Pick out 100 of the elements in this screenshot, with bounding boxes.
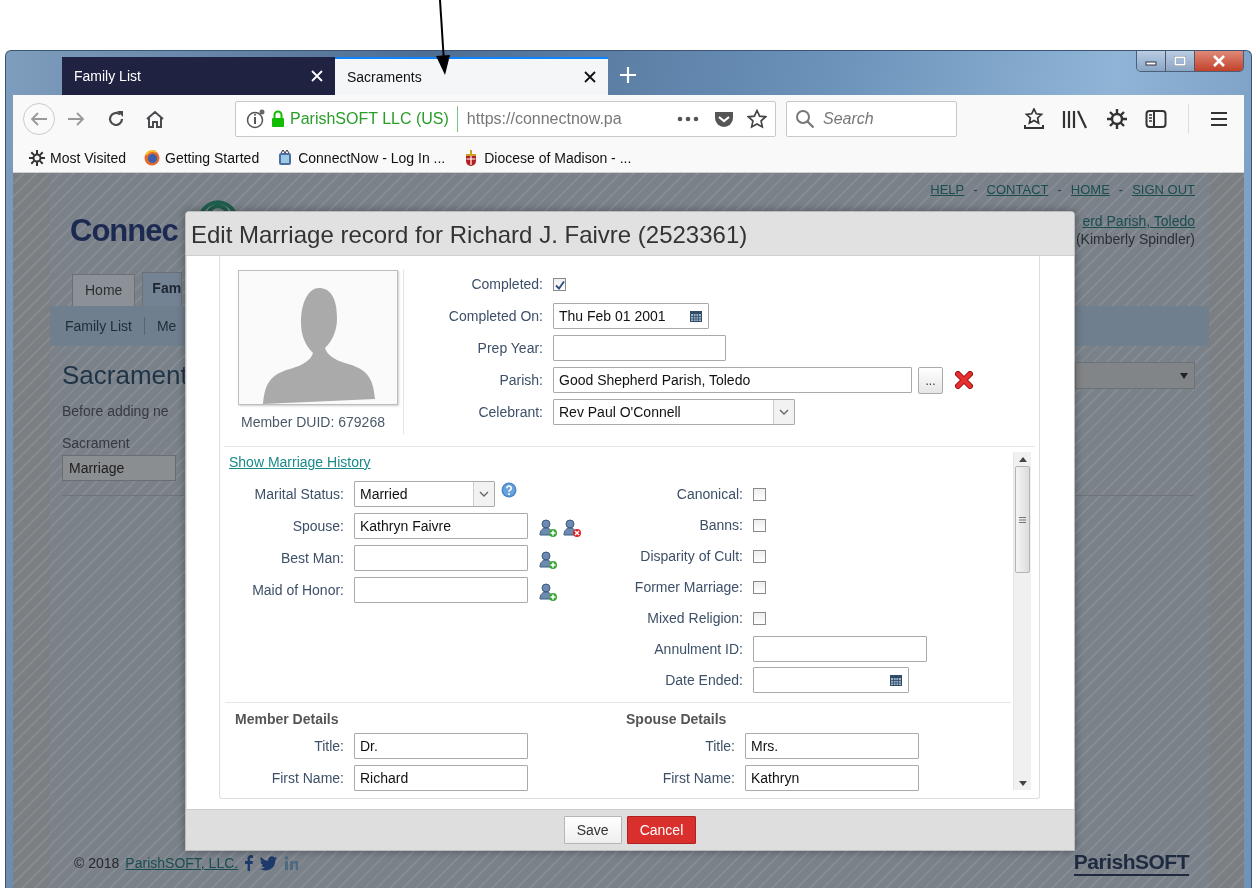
bookmark-tray-icon[interactable]	[1024, 108, 1044, 130]
dialog-title: Edit Marriage record for Richard J. Faivre (2523361)	[186, 212, 1074, 256]
field-label: Banns:	[698, 517, 743, 533]
browser-tab[interactable]: Sacraments	[335, 57, 608, 95]
person-field[interactable]: Kathryn Faivre	[354, 513, 528, 539]
gear-icon	[29, 149, 45, 166]
save-button[interactable]: Save	[563, 816, 622, 844]
field-label: Parish:	[498, 372, 543, 388]
section-heading: Member Details	[235, 711, 340, 727]
brand-logo: ParishSOFT	[1073, 850, 1189, 876]
text-field[interactable]: Dr.	[354, 733, 528, 759]
date-field[interactable]	[753, 667, 909, 693]
text-field[interactable]: Mrs.	[745, 733, 919, 759]
logo-text: Connec	[70, 213, 178, 249]
checkbox[interactable]	[753, 518, 766, 532]
checkbox[interactable]	[753, 580, 766, 594]
field-label: Title:	[313, 738, 344, 754]
link-separator: -	[973, 182, 978, 197]
browser-tab[interactable]: Family List	[62, 57, 335, 95]
globe-icon	[144, 149, 160, 166]
bookmark-item[interactable]: Getting Started	[144, 149, 260, 166]
add-person-icon[interactable]	[538, 518, 558, 538]
plus-icon[interactable]	[618, 65, 638, 85]
field-label: Date Ended:	[664, 672, 743, 688]
twitter-icon[interactable]	[260, 855, 279, 871]
parish-field[interactable]: Good Shepherd Parish, Toledo	[553, 367, 912, 393]
close-button[interactable]	[1195, 51, 1243, 71]
minimize-button[interactable]	[1137, 51, 1166, 71]
star-icon[interactable]	[747, 109, 767, 129]
field-label: Completed:	[470, 276, 543, 292]
dropdown[interactable]: Rev Paul O'Connell	[553, 399, 795, 425]
link-separator: -	[1057, 182, 1062, 197]
nav-tab[interactable]: Fam	[142, 272, 183, 306]
facebook-icon[interactable]	[244, 855, 255, 871]
person-field[interactable]	[354, 577, 528, 603]
bookmark-item[interactable]: Diocese of Madison - ...	[463, 149, 632, 166]
page-heading: Sacrament	[62, 360, 188, 391]
field-label: Marital Status:	[253, 486, 344, 502]
maximize-icon	[1174, 56, 1186, 66]
checkbox[interactable]	[753, 487, 766, 501]
field-label: Spouse:	[291, 518, 344, 534]
help-icon[interactable]	[501, 482, 517, 498]
home-icon[interactable]	[145, 110, 165, 128]
checkbox[interactable]	[753, 549, 766, 563]
caret-icon	[1180, 372, 1188, 379]
bookmark-item[interactable]: Most Visited	[29, 149, 126, 166]
forward-icon[interactable]	[67, 111, 85, 127]
url-text: https://connectnow.pa	[466, 110, 623, 128]
site-identity: ParishSOFT LLC (US)	[290, 106, 458, 132]
close-icon	[1212, 55, 1226, 67]
dropdown[interactable]: Married	[354, 481, 495, 507]
link-separator: -	[1118, 182, 1124, 197]
field-label: Maid of Honor:	[251, 582, 344, 598]
reload-icon[interactable]	[107, 110, 125, 128]
back-button[interactable]	[23, 103, 55, 135]
pocket-icon[interactable]	[714, 110, 734, 128]
text-field[interactable]	[753, 636, 927, 662]
field-label: Best Man:	[279, 550, 344, 566]
library-icon[interactable]	[1061, 109, 1089, 129]
marriage-history-link[interactable]: Show Marriage History	[229, 454, 371, 470]
sidebar-icon[interactable]	[1145, 109, 1167, 129]
date-field[interactable]: Thu Feb 01 2001	[553, 303, 709, 329]
nav-tab[interactable]: Home	[72, 274, 136, 306]
intro-text: Before adding ne	[62, 403, 169, 419]
add-person-icon[interactable]	[538, 550, 558, 570]
text-field[interactable]	[553, 335, 726, 361]
down-arrow-icon[interactable]	[1018, 781, 1027, 786]
menu-icon[interactable]	[1210, 111, 1228, 127]
field-label: Former Marriage:	[633, 579, 743, 595]
lock-icon	[271, 110, 285, 128]
delete-icon[interactable]	[955, 371, 973, 389]
field-label: Mixed Religion:	[646, 610, 743, 626]
field-label: Sacrament	[62, 435, 130, 451]
close-icon[interactable]	[584, 71, 596, 83]
checkbox[interactable]	[753, 611, 766, 625]
up-arrow-icon[interactable]	[1018, 457, 1027, 462]
field-label: Disparity of Cult:	[639, 548, 743, 564]
add-person-icon[interactable]	[538, 582, 558, 602]
field-label: First Name:	[661, 770, 735, 786]
remove-person-icon[interactable]	[562, 518, 582, 538]
person-field[interactable]	[354, 545, 528, 571]
search-field[interactable]: Search	[786, 101, 957, 137]
address-bar[interactable]: ParishSOFT LLC (US) https://connectnow.pa	[235, 101, 776, 137]
calendar-icon	[889, 673, 903, 687]
settings-icon[interactable]	[1106, 108, 1128, 130]
checkbox[interactable]	[553, 277, 566, 291]
browse-button[interactable]: ...	[918, 366, 943, 394]
more-icon[interactable]	[677, 116, 699, 122]
field-label: Completed On:	[447, 308, 543, 324]
copyright-text: © 2018	[74, 855, 120, 871]
maximize-button[interactable]	[1166, 51, 1195, 71]
field-label: First Name:	[270, 770, 344, 786]
sacrament-field[interactable]: Marriage	[62, 455, 176, 481]
scrollbar[interactable]	[1013, 452, 1031, 790]
cancel-button[interactable]: Cancel	[626, 816, 697, 844]
bookmark-item[interactable]: ConnectNow - Log In ...	[277, 149, 446, 166]
text-field[interactable]: Richard	[354, 765, 528, 791]
section-heading: Spouse Details	[626, 711, 728, 727]
field-label: Celebrant:	[477, 404, 543, 420]
text-field[interactable]: Kathryn	[745, 765, 919, 791]
